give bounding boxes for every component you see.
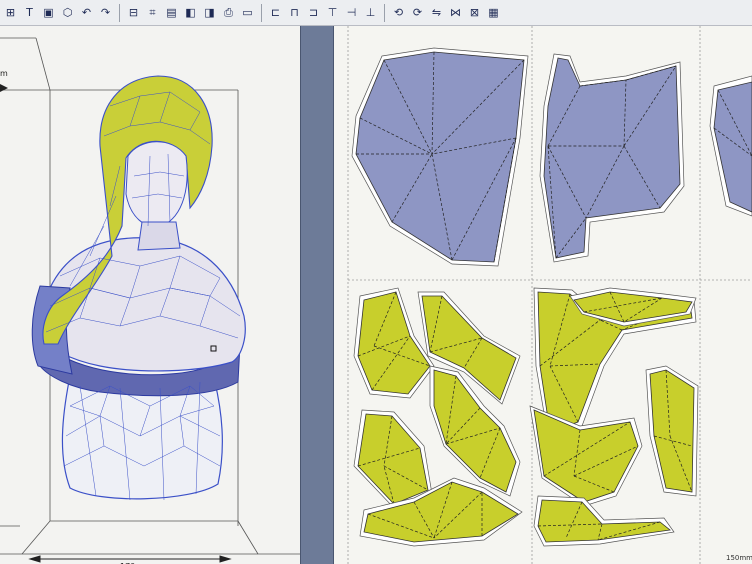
- align-center-icon: ⊓: [290, 6, 299, 19]
- text-button[interactable]: T: [21, 4, 38, 21]
- yellow-part-5[interactable]: [645, 365, 699, 497]
- grid-icon: ▦: [488, 6, 499, 19]
- undo-icon: ↶: [81, 6, 92, 19]
- print-button[interactable]: ⎙: [220, 4, 237, 21]
- pane-splitter[interactable]: [300, 26, 334, 564]
- copy-page-icon: ◨: [204, 6, 215, 19]
- layout-canvas[interactable]: 150mm: [334, 26, 752, 564]
- rotate-right-button[interactable]: ⟳: [409, 4, 426, 21]
- rotate-left-button[interactable]: ⟲: [390, 4, 407, 21]
- image-icon: ▣: [43, 6, 54, 19]
- split-button[interactable]: ⊠: [466, 4, 483, 21]
- align-right-button[interactable]: ⊐: [305, 4, 322, 21]
- redo-button[interactable]: ↷: [97, 4, 114, 21]
- join-button[interactable]: ⋈: [447, 4, 464, 21]
- layout-2d-view[interactable]: 150mm: [334, 26, 752, 564]
- view-3d-button[interactable]: ⬡: [59, 4, 76, 21]
- select-button[interactable]: ⌗: [144, 4, 161, 21]
- split-icon: ⊠: [469, 6, 480, 19]
- print-icon: ⎙: [224, 5, 233, 19]
- image-button[interactable]: ▣: [40, 4, 57, 21]
- blue-part-1[interactable]: [351, 47, 529, 267]
- cube-icon: ⬡: [62, 6, 73, 19]
- yellow-part-7[interactable]: [529, 405, 643, 507]
- select-icon: ⌗: [149, 5, 156, 19]
- blue-part-3[interactable]: [709, 75, 752, 217]
- main-toolbar: ⊞ T ▣ ⬡ ↶ ↷ ⊟ ⌗ ▤ ◧ ◨ ⎙ ▭ ⊏ ⊓ ⊐ ⊤ ⊣ ⊥ ⟲ ⟳ ⇋ ⋈ ⊠ ▦: [0, 0, 752, 26]
- dimension-arrow-left: [0, 84, 8, 92]
- grid-button[interactable]: ▦: [485, 4, 502, 21]
- flip-icon: ⇋: [431, 6, 442, 19]
- toolbar-separator: [119, 3, 120, 22]
- flip-button[interactable]: ⇋: [428, 4, 445, 21]
- align-left-button[interactable]: ⊏: [267, 4, 284, 21]
- rotate-left-icon: ⟲: [393, 6, 404, 19]
- blue-part-2[interactable]: [539, 53, 685, 263]
- align-middle-button[interactable]: ⊣: [343, 4, 360, 21]
- align-middle-icon: ⊣: [346, 6, 357, 19]
- align-top-button[interactable]: ⊤: [324, 4, 341, 21]
- toolbar-separator: [261, 3, 262, 22]
- align-top-icon: ⊤: [327, 6, 338, 19]
- disk-icon: ▭: [242, 6, 253, 19]
- yellow-part-9[interactable]: [533, 495, 675, 547]
- model-face: [125, 141, 188, 228]
- unfold-icon: ⊞: [5, 6, 16, 19]
- save-button[interactable]: ▭: [239, 4, 256, 21]
- viewport-3d[interactable]: 170mm m: [0, 26, 300, 564]
- text-icon: T: [26, 6, 33, 19]
- copy-page-button[interactable]: ◨: [201, 4, 218, 21]
- rotate-right-icon: ⟳: [412, 6, 423, 19]
- page-button[interactable]: ▤: [163, 4, 180, 21]
- align-right-icon: ⊐: [308, 6, 319, 19]
- align-center-button[interactable]: ⊓: [286, 4, 303, 21]
- align-bottom-icon: ⊥: [365, 6, 376, 19]
- align-bottom-button[interactable]: ⊥: [362, 4, 379, 21]
- new-page-icon: ◧: [185, 6, 196, 19]
- edge-icon: ⊟: [128, 6, 139, 19]
- model-neck: [137, 221, 181, 251]
- join-icon: ⋈: [450, 6, 461, 19]
- yellow-part-6[interactable]: [353, 409, 433, 509]
- edge-button[interactable]: ⊟: [125, 4, 142, 21]
- page-size-label: 150mm: [726, 554, 752, 562]
- unfold-button[interactable]: ⊞: [2, 4, 19, 21]
- align-left-icon: ⊏: [270, 6, 281, 19]
- dimension-label-top: m: [0, 69, 8, 78]
- undo-button[interactable]: ↶: [78, 4, 95, 21]
- toolbar-separator: [384, 3, 385, 22]
- model-3d-view[interactable]: 170mm m: [0, 26, 300, 564]
- page-icon: ▤: [166, 6, 177, 19]
- new-page-button[interactable]: ◧: [182, 4, 199, 21]
- redo-icon: ↷: [100, 6, 111, 19]
